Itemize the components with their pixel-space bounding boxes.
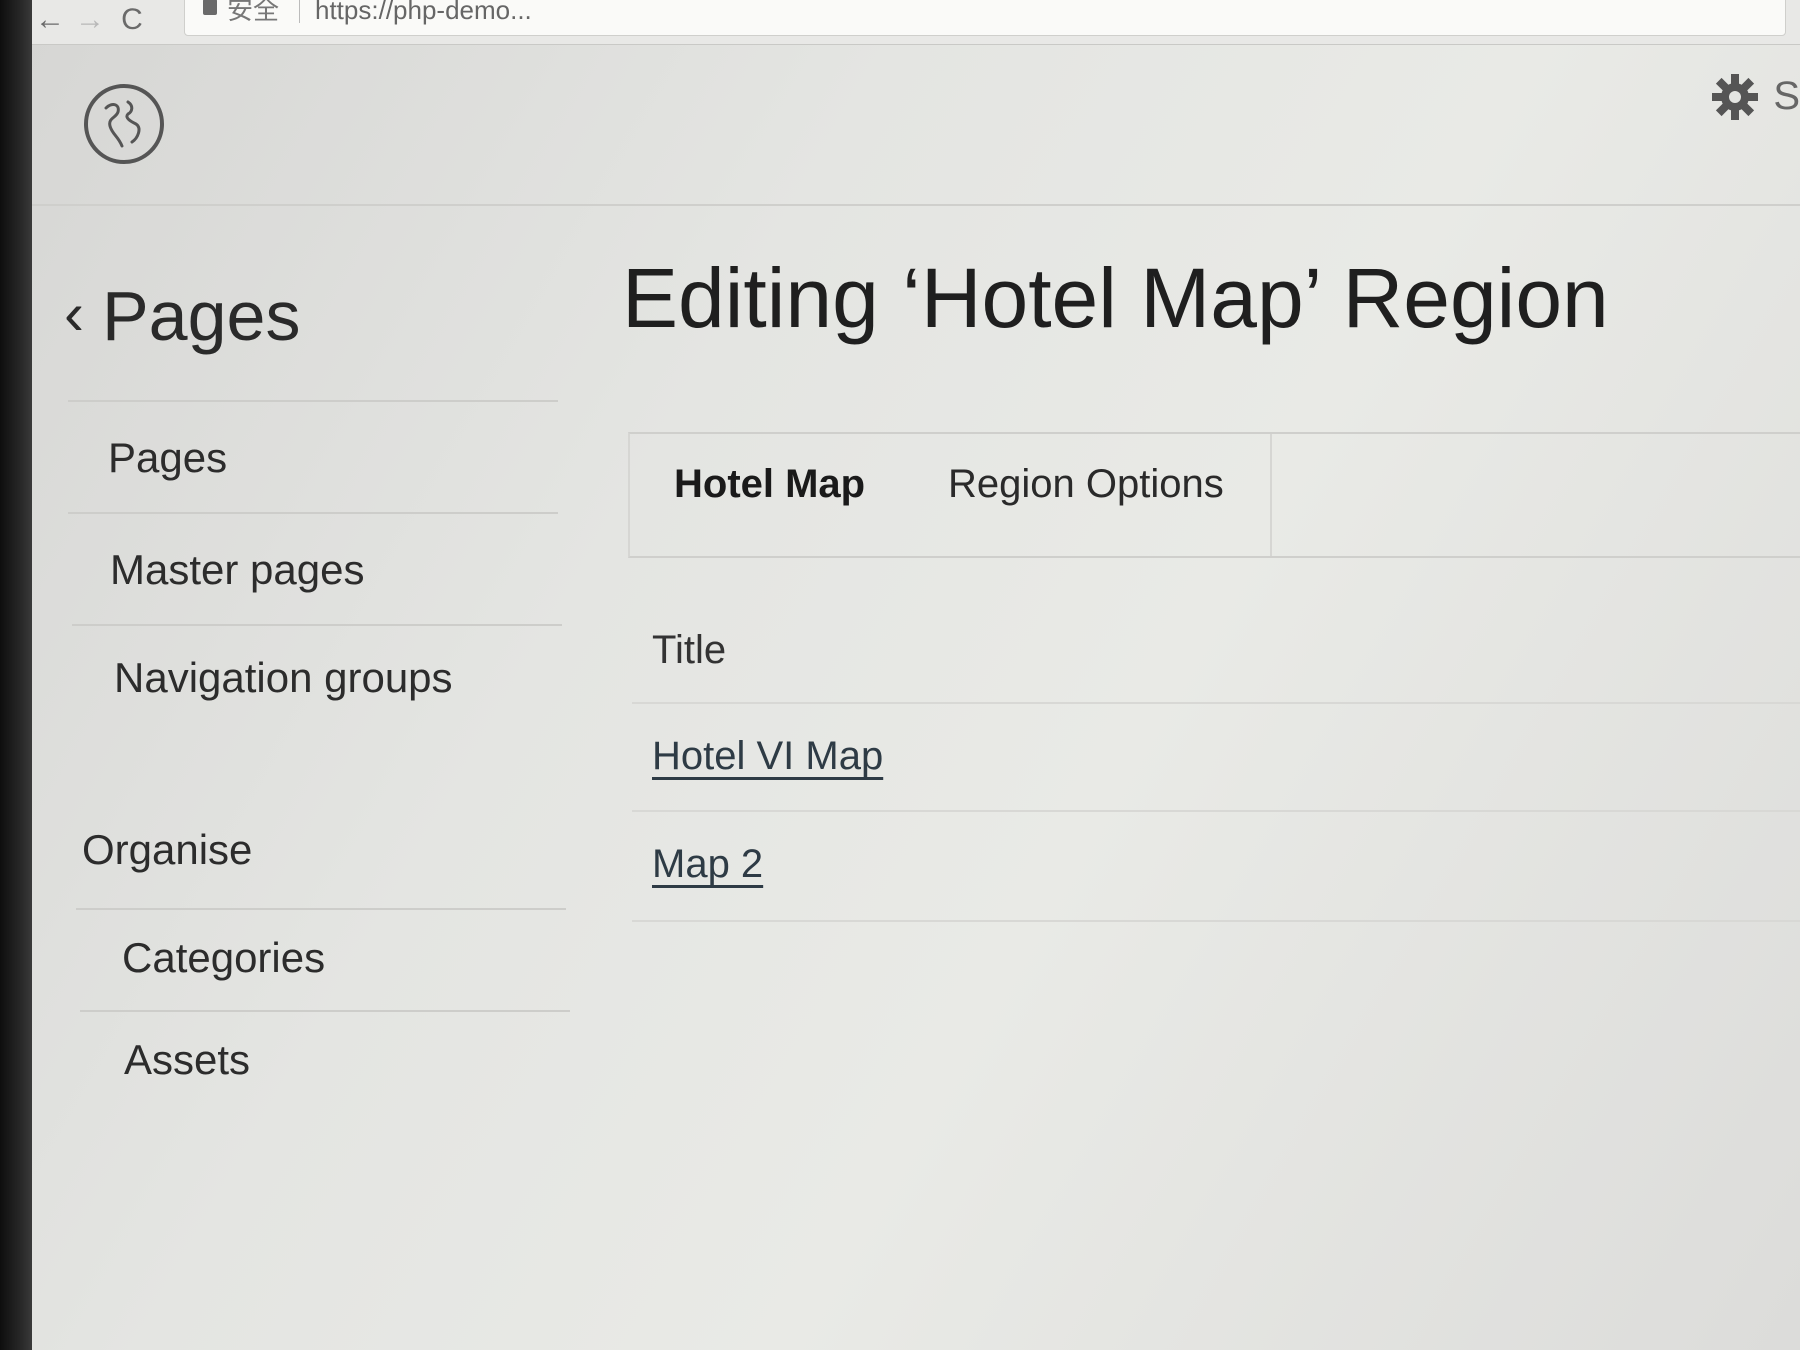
secure-label: 安全 bbox=[227, 0, 280, 25]
chevron-left-icon: ‹ bbox=[64, 280, 84, 347]
reload-icon[interactable]: C bbox=[114, 2, 150, 38]
url-text: https://php-demo... bbox=[315, 0, 532, 25]
sidebar-title: Pages bbox=[101, 277, 301, 355]
sidebar-divider bbox=[76, 908, 566, 910]
sidebar-divider bbox=[68, 512, 558, 514]
table-row-divider bbox=[632, 810, 1800, 812]
sidebar-item-master-pages[interactable]: Master pages bbox=[110, 546, 364, 594]
sidebar-section-organise: Organise bbox=[82, 826, 253, 873]
sidebar-item-assets[interactable]: Assets bbox=[124, 1036, 250, 1084]
gear-icon[interactable] bbox=[1710, 72, 1760, 122]
settings-label-partial: S bbox=[1773, 74, 1800, 118]
monitor-bezel bbox=[0, 0, 32, 1350]
tab-separator bbox=[1270, 434, 1272, 556]
tab-region-options[interactable]: Region Options bbox=[948, 462, 1224, 507]
tab-bar: Hotel Map Region Options bbox=[628, 432, 1800, 558]
sidebar-divider bbox=[80, 1010, 570, 1012]
sidebar-divider bbox=[68, 400, 558, 402]
address-separator bbox=[299, 0, 300, 23]
table-row-link[interactable]: Hotel VI Map bbox=[652, 734, 883, 779]
lock-icon bbox=[203, 0, 217, 15]
arrow-right-icon[interactable]: → bbox=[72, 2, 108, 38]
arrow-left-icon[interactable]: ← bbox=[32, 2, 68, 38]
table-row-link[interactable]: Map 2 bbox=[652, 842, 763, 887]
sidebar-item-navigation-groups[interactable]: Navigation groups bbox=[114, 654, 453, 702]
back-to-pages[interactable]: ‹ Pages bbox=[64, 276, 300, 356]
screen: ← → C 安全 https://php-demo... S ‹ Pages P… bbox=[32, 0, 1800, 1350]
address-bar[interactable]: 安全 https://php-demo... bbox=[184, 0, 1786, 36]
table-row-divider bbox=[632, 920, 1800, 922]
sidebar-item-pages[interactable]: Pages bbox=[108, 434, 227, 482]
table-row-divider bbox=[632, 702, 1800, 704]
tab-hotel-map[interactable]: Hotel Map bbox=[674, 462, 865, 507]
column-header-title: Title bbox=[652, 628, 727, 672]
sidebar-item-categories[interactable]: Categories bbox=[122, 934, 325, 982]
globe-icon[interactable] bbox=[84, 84, 164, 164]
app-header: S bbox=[32, 44, 1800, 206]
sidebar-divider bbox=[72, 624, 562, 626]
browser-toolbar: ← → C 安全 https://php-demo... bbox=[32, 0, 1800, 45]
page-title: Editing ‘Hotel Map’ Region bbox=[622, 251, 1609, 345]
